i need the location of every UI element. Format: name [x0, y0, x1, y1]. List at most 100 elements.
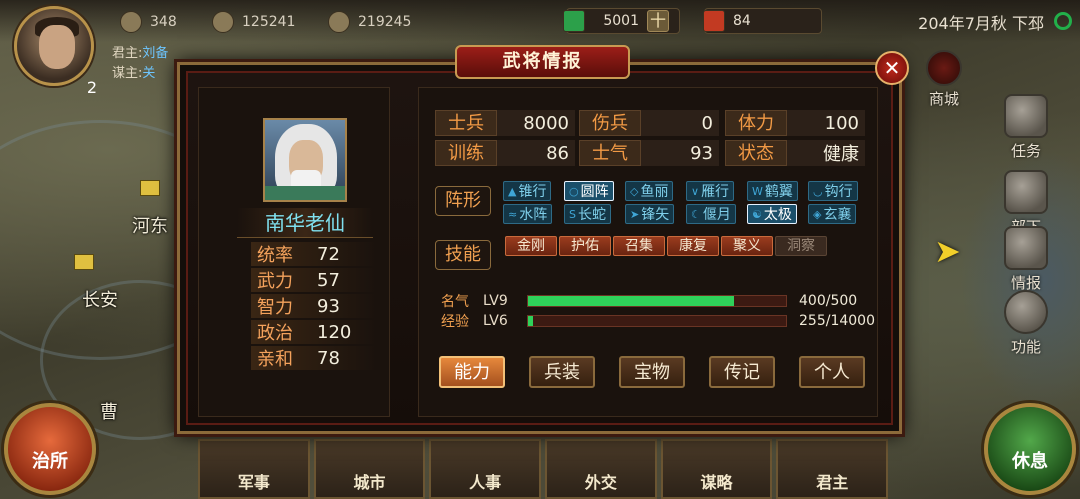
- equipment-button[interactable]: 兵装: [529, 356, 595, 388]
- formation-chip[interactable]: ◈ 玄襄: [808, 204, 857, 224]
- stat-label: 智力: [257, 297, 293, 318]
- skill-chip[interactable]: 召集: [613, 236, 665, 256]
- formation-name: 鱼丽: [640, 184, 669, 200]
- shop-button[interactable]: 商城: [914, 50, 974, 109]
- formation-chip[interactable]: ◇ 鱼丽: [625, 181, 674, 201]
- jade-icon: [563, 10, 585, 32]
- resource-1-value: 348: [150, 14, 177, 30]
- attr-label: 训练: [435, 140, 497, 166]
- skill-chip[interactable]: 聚义: [721, 236, 773, 256]
- tab-military[interactable]: 军事: [198, 439, 310, 499]
- formation-chip[interactable]: W 鹤翼: [747, 181, 798, 201]
- formation-chip[interactable]: ∨ 雁行: [686, 181, 735, 201]
- resource-4-value: 5001: [603, 13, 639, 29]
- resource-1: 348: [120, 10, 177, 34]
- formation-chip[interactable]: ◡ 钩行: [808, 181, 858, 201]
- tab-city[interactable]: 城市: [313, 439, 426, 499]
- network-signal-icon: [1054, 12, 1072, 30]
- attr-label: 体力: [725, 110, 787, 136]
- formation-chip[interactable]: ○ 圆阵: [564, 181, 614, 201]
- stat-command: 统率 72: [251, 242, 391, 266]
- top-bar: 348 125241 219245 5001 十 84 204年7月秋 下邳: [0, 0, 1080, 42]
- formation-name: 玄襄: [823, 207, 852, 223]
- attr-value: 8000: [523, 112, 569, 134]
- resource-3-value: 219245: [358, 14, 412, 30]
- functions-label: 功能: [1010, 338, 1041, 356]
- stat-charm: 亲和 78: [251, 346, 391, 370]
- gear-icon: [1004, 290, 1048, 334]
- add-resource-button[interactable]: 十: [647, 10, 669, 32]
- formation-chip[interactable]: S 长蛇: [564, 204, 611, 224]
- resource-1-icon: [120, 11, 142, 33]
- fame-value: 400/500: [799, 293, 858, 309]
- task-button[interactable]: 任务: [996, 94, 1056, 161]
- formation-icon: ☾: [691, 207, 701, 221]
- general-info-dialog: 武将情报 ✕ 南华老仙 统率 72 武力 57 智力 93 政治 120 亲和 …: [177, 45, 909, 434]
- government-button[interactable]: 治所: [4, 403, 96, 495]
- stat-label: 统率: [257, 245, 293, 266]
- stat-label: 政治: [257, 323, 293, 344]
- formation-chip[interactable]: ☾ 偃月: [686, 204, 736, 224]
- formation-icon: ◡: [813, 184, 823, 198]
- formation-label: 阵形: [435, 186, 491, 216]
- formation-chip[interactable]: ☯ 太极: [747, 204, 797, 224]
- skill-chip[interactable]: 金刚: [505, 236, 557, 256]
- intel-button[interactable]: 情报: [996, 226, 1056, 293]
- lord-level-badge: 2: [86, 78, 98, 97]
- stat-value: 78: [317, 347, 340, 369]
- city-flag-icon: [140, 180, 160, 196]
- city-changan[interactable]: 长安: [82, 286, 118, 312]
- close-button[interactable]: ✕: [875, 51, 909, 85]
- resource-4-box: 5001 十: [563, 8, 680, 34]
- resource-5-box: 84: [703, 8, 822, 34]
- attr-status: 状态 健康: [725, 140, 865, 166]
- exp-label: 经验: [441, 314, 469, 330]
- formation-chip[interactable]: ≈ 水阵: [503, 204, 553, 224]
- coin-bag-icon: [212, 11, 234, 33]
- exp-row: 经验 LV6 255/14000: [441, 312, 889, 330]
- helmet-icon: [1004, 170, 1048, 214]
- resource-2: 125241: [212, 10, 295, 34]
- dialog-title: 武将情报: [455, 45, 630, 79]
- tab-lord[interactable]: 君主: [776, 439, 889, 499]
- formation-name: 偃月: [702, 207, 731, 223]
- formation-chip[interactable]: ▲ 锥行: [503, 181, 552, 201]
- biography-button[interactable]: 传记: [709, 356, 775, 388]
- formation-icon: ∨: [691, 184, 700, 198]
- attr-value: 健康: [823, 144, 859, 165]
- city-flag-icon: [74, 254, 94, 270]
- city-hedong[interactable]: 河东: [132, 212, 168, 238]
- fame-bar-fill: [528, 296, 735, 306]
- advisor-name: 关: [142, 66, 156, 81]
- rest-button[interactable]: 休息: [984, 403, 1076, 495]
- functions-button[interactable]: 功能: [996, 290, 1056, 357]
- book-icon: [1004, 226, 1048, 270]
- tab-personnel[interactable]: 人事: [429, 439, 542, 499]
- formation-name: 鹤翼: [764, 184, 793, 200]
- resource-3: 219245: [328, 10, 411, 34]
- exp-value: 255/14000: [799, 313, 875, 329]
- exp-level: LV6: [483, 313, 508, 329]
- formation-name: 长蛇: [577, 207, 606, 223]
- skill-chip[interactable]: 康复: [667, 236, 719, 256]
- treasure-button[interactable]: 宝物: [619, 356, 685, 388]
- formation-icon: ○: [569, 184, 579, 198]
- formation-icon: ◈: [813, 207, 822, 221]
- lord-avatar[interactable]: [14, 6, 94, 86]
- formation-name: 水阵: [519, 207, 548, 223]
- stat-value: 93: [317, 295, 340, 317]
- tab-diplomacy[interactable]: 外交: [545, 439, 657, 499]
- ability-button[interactable]: 能力: [439, 356, 505, 388]
- skill-chip[interactable]: 护佑: [559, 236, 611, 256]
- tab-strategy[interactable]: 谋略: [660, 439, 773, 499]
- fame-label: 名气: [441, 294, 469, 310]
- pointer-arrow-icon: ➤: [934, 232, 961, 270]
- attr-wounded: 伤兵 0: [579, 110, 719, 136]
- formation-chip[interactable]: ➤ 锋矢: [625, 204, 675, 224]
- formation-icon: ◇: [630, 184, 639, 198]
- city-partial[interactable]: 曹: [100, 398, 118, 424]
- personal-button[interactable]: 个人: [799, 356, 865, 388]
- skill-chip[interactable]: 洞察: [775, 236, 827, 256]
- attr-label: 状态: [725, 140, 787, 166]
- lord-name: 刘备: [142, 46, 169, 61]
